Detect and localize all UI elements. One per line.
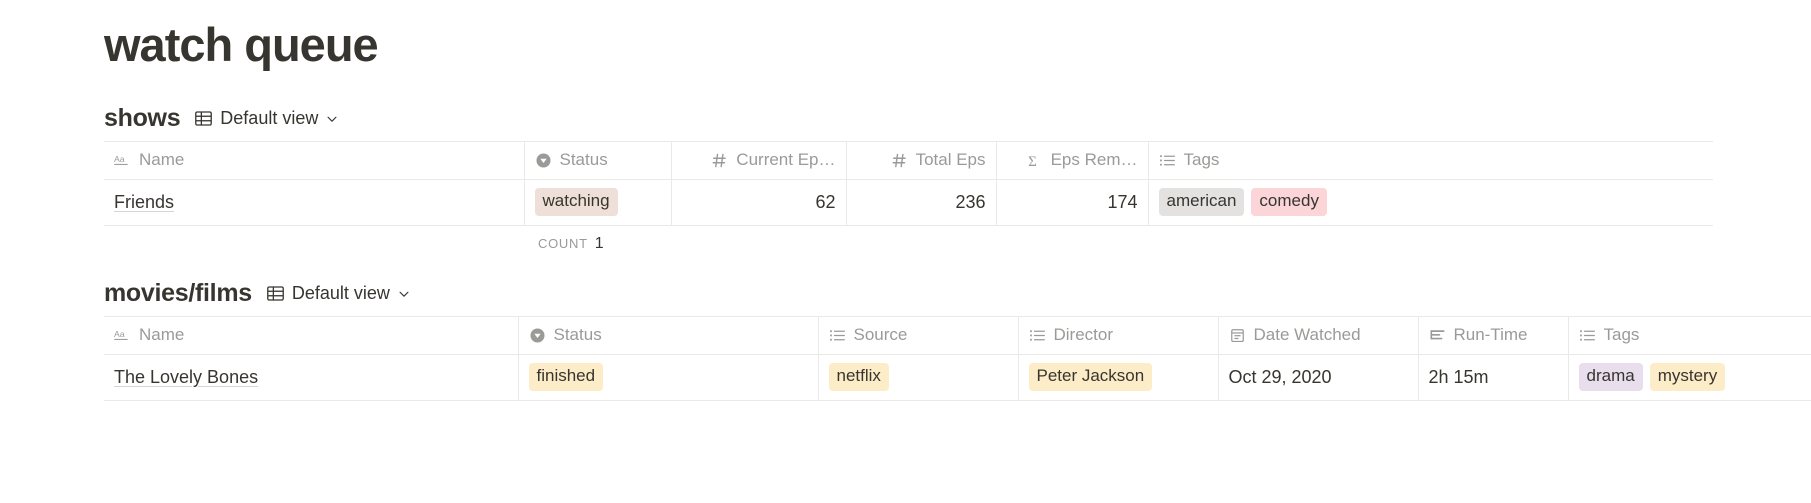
column-header-status[interactable]: Status <box>518 316 819 355</box>
tag-badge[interactable]: drama <box>1578 363 1643 392</box>
cell-run-time[interactable]: 2h 15m <box>1418 354 1569 401</box>
column-header-source[interactable]: Source <box>818 316 1019 355</box>
svg-text:Aa: Aa <box>114 329 125 339</box>
column-header-status[interactable]: Status <box>524 141 672 180</box>
column-header-date-watched[interactable]: Date Watched <box>1218 316 1419 355</box>
table-icon <box>266 284 285 303</box>
column-header-label: Tags <box>1183 150 1220 170</box>
column-header-label: Status <box>553 325 602 345</box>
multi-select-icon <box>829 327 846 344</box>
view-label: Default view <box>220 108 319 129</box>
column-header-director[interactable]: Director <box>1018 316 1219 355</box>
title-text-icon: Aa <box>114 327 131 344</box>
database-title: shows <box>104 104 181 133</box>
status-select-icon <box>529 327 546 344</box>
column-header-label: Director <box>1053 325 1114 345</box>
cell-eps-remaining[interactable]: 174 <box>996 179 1149 226</box>
multi-select-icon <box>1029 327 1046 344</box>
cell-source[interactable]: netflix <box>818 354 1019 401</box>
count-aggregation[interactable]: COUNT 1 <box>524 235 604 253</box>
svg-text:Aa: Aa <box>114 154 125 164</box>
row-title-link[interactable]: The Lovely Bones <box>114 367 258 387</box>
chevron-down-icon <box>397 287 411 301</box>
tag-badge[interactable]: mystery <box>1649 363 1726 392</box>
multi-select-icon <box>1579 327 1596 344</box>
table-row[interactable]: The Lovely Bones finished netflix Peter … <box>104 354 1811 401</box>
column-header-run-time[interactable]: Run-Time <box>1418 316 1569 355</box>
svg-text:Σ: Σ <box>1028 154 1037 169</box>
number-hash-icon <box>711 152 728 169</box>
database-header: shows Default view <box>104 97 1811 141</box>
number-hash-icon <box>891 152 908 169</box>
column-header-current-eps[interactable]: Current Ep… <box>671 141 847 180</box>
table-row[interactable]: Friends watching 62 236 174 american com… <box>104 179 1713 226</box>
database-block-shows: shows Default view Aa Name Status Curren… <box>104 97 1811 262</box>
formula-sigma-icon: Σ <box>1026 152 1043 169</box>
source-badge[interactable]: netflix <box>828 363 889 392</box>
column-header-name[interactable]: Aa Name <box>104 316 519 355</box>
view-label: Default view <box>291 283 390 304</box>
column-header-label: Total Eps <box>915 150 986 170</box>
column-header-eps-remaining[interactable]: Σ Eps Rem… <box>996 141 1149 180</box>
table-shows: Aa Name Status Current Ep… Total Eps Σ E… <box>104 140 1713 226</box>
page-title: watch queue <box>104 18 379 71</box>
column-header-label: Name <box>139 325 185 345</box>
column-header-label: Status <box>559 150 608 170</box>
column-header-label: Name <box>139 150 185 170</box>
cell-tags[interactable]: drama mystery <box>1568 354 1811 401</box>
count-value: 1 <box>594 234 604 252</box>
title-text-icon: Aa <box>114 152 131 169</box>
column-header-label: Date Watched <box>1253 325 1361 345</box>
count-label: COUNT <box>538 235 588 251</box>
column-header-label: Eps Rem… <box>1050 150 1138 170</box>
status-badge[interactable]: watching <box>534 188 618 217</box>
row-title-link[interactable]: Friends <box>114 192 174 212</box>
cell-name[interactable]: The Lovely Bones <box>104 354 519 401</box>
chevron-down-icon <box>325 112 339 126</box>
tag-badge[interactable]: american <box>1158 188 1245 217</box>
cell-current-eps[interactable]: 62 <box>671 179 847 226</box>
cell-tags[interactable]: american comedy <box>1148 179 1713 226</box>
table-footer-shows: COUNT 1 <box>104 226 1811 262</box>
database-block-movies-films: movies/films Default view Aa Name Status… <box>104 272 1811 401</box>
column-header-name[interactable]: Aa Name <box>104 141 525 180</box>
rich-text-icon <box>1429 327 1446 344</box>
calendar-icon <box>1229 327 1246 344</box>
column-header-label: Run-Time <box>1453 325 1528 345</box>
column-header-tags[interactable]: Tags <box>1568 316 1811 355</box>
database-title: movies/films <box>104 279 252 308</box>
column-header-total-eps[interactable]: Total Eps <box>846 141 997 180</box>
table-movies-films: Aa Name Status Source Director Date Watc… <box>104 315 1811 401</box>
database-header: movies/films Default view <box>104 272 1811 316</box>
table-header-row: Aa Name <box>104 141 1713 180</box>
view-selector-movies-films[interactable]: Default view <box>262 281 417 306</box>
director-badge[interactable]: Peter Jackson <box>1028 363 1153 392</box>
cell-status[interactable]: watching <box>524 179 672 226</box>
column-header-label: Current Ep… <box>736 150 836 170</box>
table-header-row: Aa Name <box>104 316 1811 355</box>
tag-badge[interactable]: comedy <box>1251 188 1327 217</box>
cell-status[interactable]: finished <box>518 354 819 401</box>
multi-select-icon <box>1159 152 1176 169</box>
cell-director[interactable]: Peter Jackson <box>1018 354 1219 401</box>
cell-date-watched[interactable]: Oct 29, 2020 <box>1218 354 1419 401</box>
column-header-tags[interactable]: Tags <box>1148 141 1713 180</box>
status-select-icon <box>535 152 552 169</box>
cell-name[interactable]: Friends <box>104 179 525 226</box>
column-header-label: Tags <box>1603 325 1640 345</box>
cell-total-eps[interactable]: 236 <box>846 179 997 226</box>
status-badge[interactable]: finished <box>528 363 604 392</box>
column-header-label: Source <box>853 325 908 345</box>
table-icon <box>194 109 213 128</box>
view-selector-shows[interactable]: Default view <box>190 106 345 131</box>
notion-page: watch queue shows Default view Aa Name S… <box>0 0 1811 503</box>
